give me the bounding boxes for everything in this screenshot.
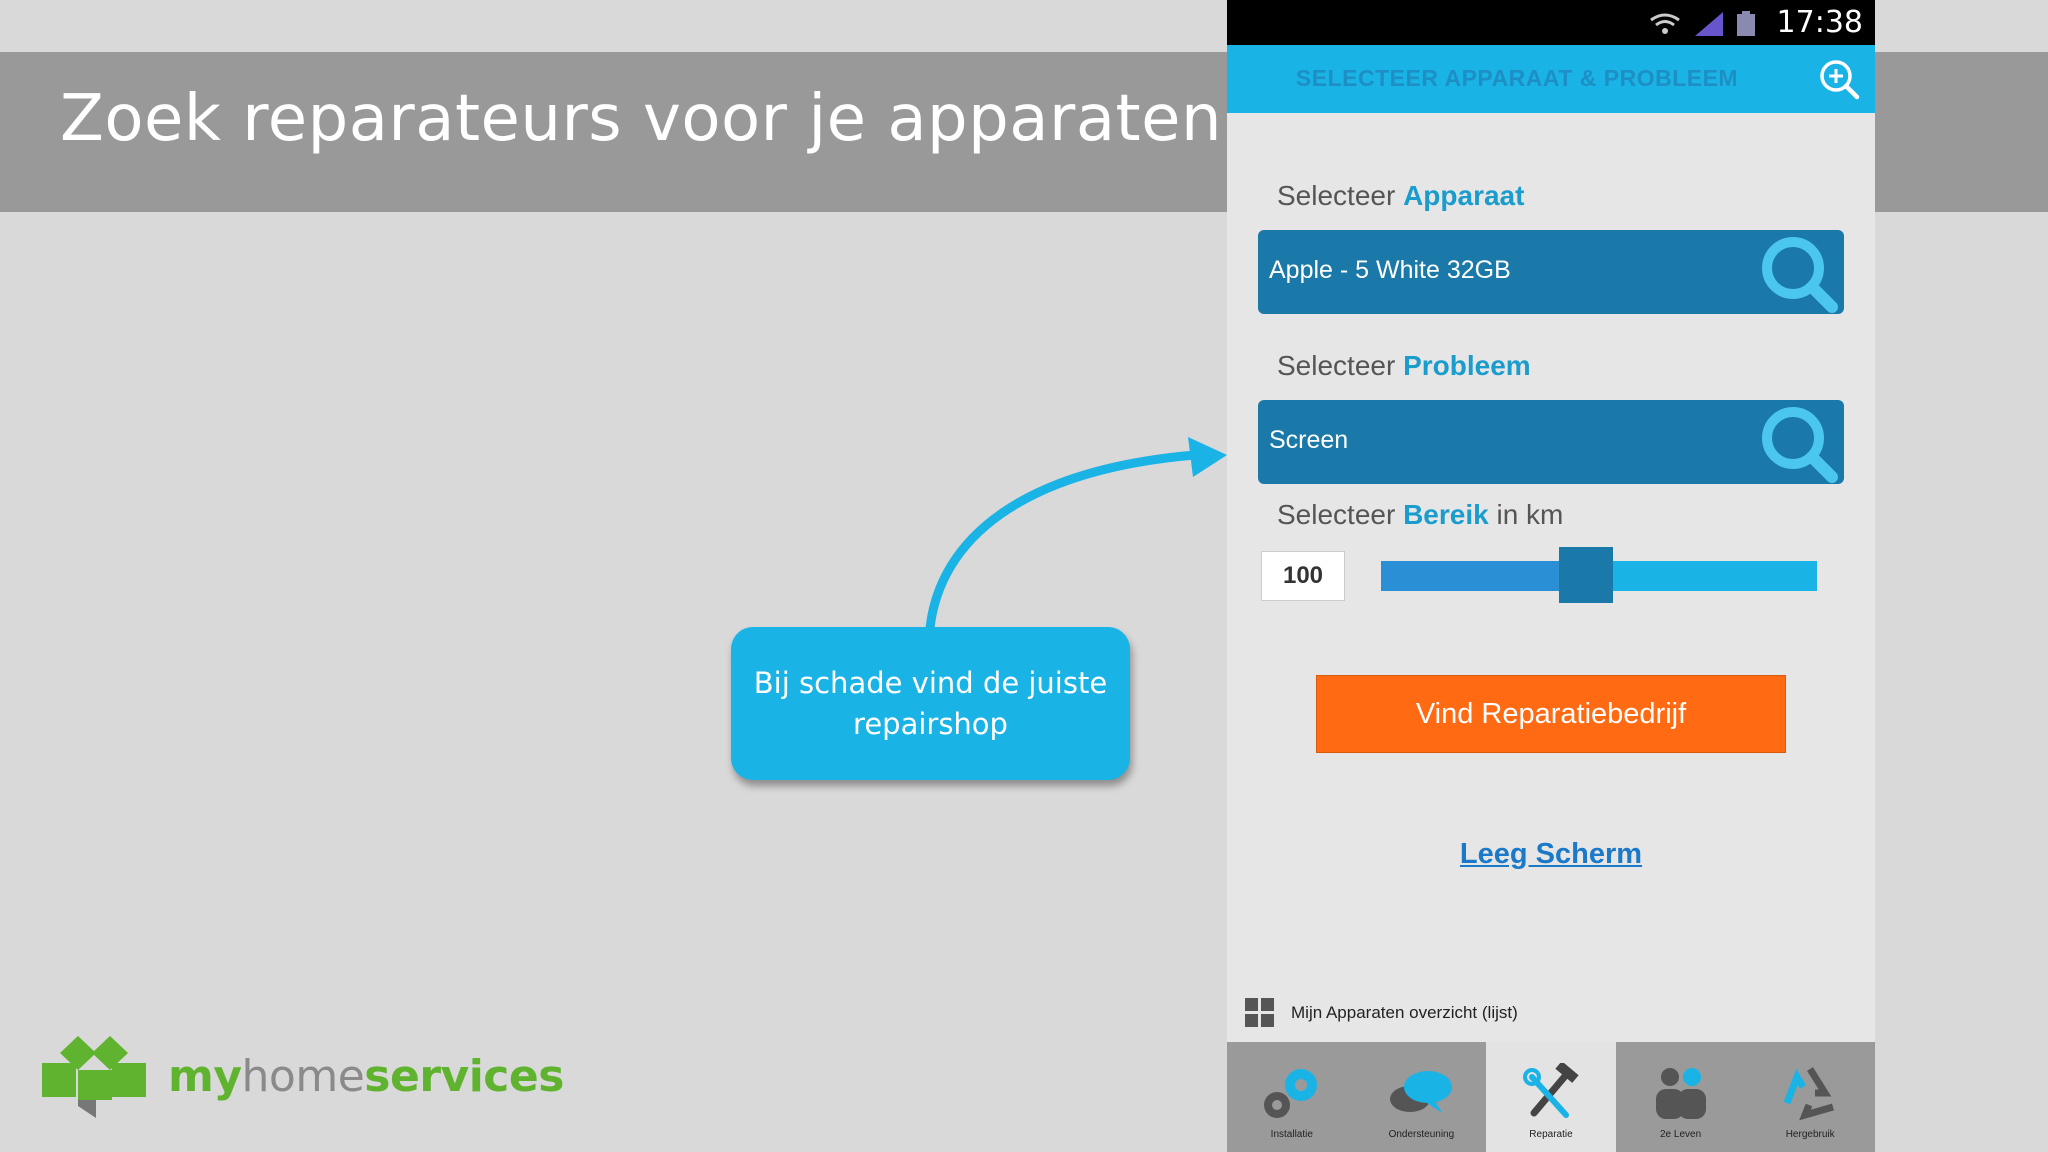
range-slider-fill [1381, 561, 1586, 591]
logo-home: home [241, 1051, 365, 1102]
nav-hergebruik[interactable]: Hergebruik [1745, 1042, 1875, 1152]
logo-wordmark: myhomeservices [168, 1051, 564, 1102]
device-label-prefix: Selecteer [1277, 180, 1396, 211]
range-slider[interactable] [1381, 547, 1817, 603]
status-icons [1650, 11, 1755, 36]
device-value: Apple - 5 White 32GB [1269, 256, 1511, 284]
problem-label: Selecteer Probleem [1277, 350, 1531, 382]
bottom-nav: Installatie Ondersteuning Reparatie 2e L… [1227, 1042, 1875, 1152]
problem-value: Screen [1269, 426, 1349, 454]
gears-icon [1263, 1069, 1317, 1118]
find-repair-button[interactable]: Vind Reparatiebedrijf [1316, 675, 1786, 753]
people-icon [1655, 1068, 1706, 1119]
problem-label-prefix: Selecteer [1277, 350, 1396, 381]
callout-text: Bij schade vind de juiste repairshop [753, 665, 1108, 741]
wifi-icon [1650, 13, 1680, 27]
speech-bubbles-icon [1390, 1071, 1453, 1113]
nav-label: Reparatie [1529, 1129, 1573, 1140]
range-label-suffix: in km [1496, 499, 1564, 530]
range-label-prefix: Selecteer [1277, 499, 1396, 530]
app-bar: SELECTEER APPARAAT & PROBLEEM [1227, 45, 1875, 113]
nav-label: Installatie [1270, 1129, 1313, 1140]
range-label: Selecteer Bereik in km [1277, 499, 1563, 531]
devices-overview-row[interactable]: Mijn Apparaten overzicht (lijst) [1245, 997, 1518, 1029]
device-select-field[interactable]: Apple - 5 White 32GB [1258, 230, 1844, 314]
nav-label: Ondersteuning [1388, 1129, 1455, 1140]
nav-label: Hergebruik [1785, 1129, 1835, 1140]
nav-reparatie[interactable]: Reparatie [1486, 1042, 1616, 1152]
callout-box: Bij schade vind de juiste repairshop [731, 627, 1130, 780]
status-time: 17:38 [1776, 5, 1863, 40]
tools-icon [1522, 1063, 1579, 1118]
devices-overview-label: Mijn Apparaten overzicht (lijst) [1291, 1003, 1518, 1022]
slide-title: Zoek reparateurs voor je apparaten [60, 82, 1223, 156]
signal-icon [1695, 12, 1723, 36]
device-label: Selecteer Apparaat [1277, 180, 1524, 212]
clear-screen-link[interactable]: Leeg Scherm [1227, 838, 1875, 871]
search-icon[interactable] [1748, 230, 1844, 314]
logo-services: services [364, 1051, 564, 1102]
nav-2e-leven[interactable]: 2e Leven [1616, 1042, 1746, 1152]
nav-ondersteuning[interactable]: Ondersteuning [1357, 1042, 1487, 1152]
phone-screen: 17:38 SELECTEER APPARAAT & PROBLEEM Sele… [1227, 0, 1875, 1152]
range-label-accent: Bereik [1403, 499, 1489, 530]
zoom-in-icon[interactable] [1817, 57, 1861, 101]
status-bar: 17:38 [1227, 0, 1875, 45]
grid-icon [1245, 998, 1274, 1027]
search-icon[interactable] [1748, 400, 1844, 484]
nav-label: 2e Leven [1660, 1129, 1702, 1140]
logo-my: my [168, 1051, 242, 1102]
recycle-icon [1783, 1067, 1835, 1121]
nav-installatie[interactable]: Installatie [1227, 1042, 1357, 1152]
range-slider-thumb[interactable] [1558, 547, 1613, 603]
device-label-accent: Apparaat [1403, 180, 1525, 211]
app-bar-title: SELECTEER APPARAAT & PROBLEEM [1295, 65, 1739, 91]
problem-label-accent: Probleem [1403, 350, 1531, 381]
problem-select-field[interactable]: Screen [1258, 400, 1844, 484]
range-value-input[interactable]: 100 [1261, 551, 1345, 601]
battery-icon [1737, 14, 1755, 36]
